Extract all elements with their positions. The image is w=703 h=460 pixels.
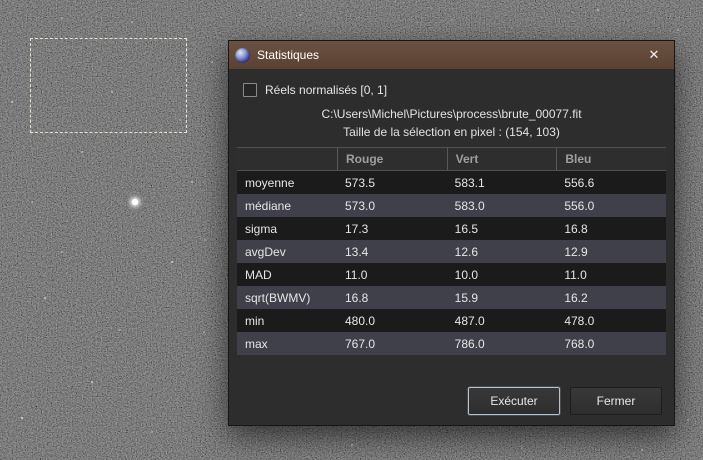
table-row[interactable]: sigma 17.3 16.5 16.8	[237, 217, 666, 240]
stat-value-bleu: 556.6	[564, 175, 595, 190]
dialog-body: Réels normalisés [0, 1] C:\Users\Michel\…	[229, 69, 674, 425]
stat-value-bleu: 16.2	[564, 290, 588, 305]
close-dialog-button[interactable]: Fermer	[570, 387, 662, 415]
normalized-checkbox-label[interactable]: Réels normalisés [0, 1]	[265, 83, 387, 97]
stat-value-rouge: 16.8	[345, 290, 369, 305]
column-header-bleu[interactable]: Bleu	[556, 148, 666, 170]
table-row[interactable]: max 767.0 786.0 768.0	[237, 332, 666, 355]
stat-value-rouge: 11.0	[345, 267, 368, 282]
selection-rectangle[interactable]	[30, 38, 187, 133]
normalized-checkbox[interactable]	[243, 83, 257, 97]
stat-value-rouge: 13.4	[345, 244, 369, 259]
stat-value-bleu: 11.0	[564, 267, 587, 282]
stat-value-rouge: 573.0	[345, 198, 376, 213]
dialog-title: Statistiques	[257, 48, 320, 62]
table-row[interactable]: min 480.0 487.0 478.0	[237, 309, 666, 332]
table-body: moyenne 573.5 583.1 556.6 médiane 573.0 …	[237, 171, 666, 355]
close-icon[interactable]: ✕	[640, 44, 668, 66]
stat-value-rouge: 480.0	[345, 313, 376, 328]
dialog-spacer	[237, 355, 666, 383]
stat-name: max	[245, 336, 268, 351]
dialog-button-row: Exécuter Fermer	[237, 383, 666, 417]
stat-value-vert: 16.5	[454, 221, 479, 236]
stat-value-bleu: 556.0	[564, 198, 595, 213]
table-header: Rouge Vert Bleu	[237, 147, 666, 171]
table-row[interactable]: MAD 11.0 10.0 11.0	[237, 263, 666, 286]
statistics-dialog: Statistiques ✕ Réels normalisés [0, 1] C…	[228, 40, 675, 426]
app-icon	[235, 47, 250, 63]
stat-name: moyenne	[245, 175, 295, 190]
table-row[interactable]: sqrt(BWMV) 16.8 15.9 16.2	[237, 286, 666, 309]
stat-value-vert: 12.6	[454, 244, 479, 259]
stat-value-vert: 786.0	[454, 336, 485, 351]
stat-name: avgDev	[245, 244, 286, 259]
column-header-vert[interactable]: Vert	[446, 148, 557, 170]
dialog-titlebar[interactable]: Statistiques ✕	[229, 41, 674, 69]
selection-size-text: Taille de la sélection en pixel : (154, …	[343, 125, 560, 139]
stat-value-vert: 487.0	[454, 313, 485, 328]
stat-value-bleu: 16.8	[564, 221, 588, 236]
stat-name: médiane	[245, 198, 292, 213]
column-header-rouge[interactable]: Rouge	[337, 148, 447, 170]
stat-value-bleu: 768.0	[564, 336, 595, 351]
normalized-check-row: Réels normalisés [0, 1]	[243, 83, 660, 97]
stat-name: MAD	[245, 267, 272, 282]
statistics-table: Rouge Vert Bleu moyenne 573.5 583.1 556.…	[237, 147, 666, 355]
table-row[interactable]: moyenne 573.5 583.1 556.6	[237, 171, 666, 194]
stat-name: sqrt(BWMV)	[245, 290, 311, 305]
stat-value-vert: 583.1	[454, 175, 485, 190]
stat-value-vert: 583.0	[454, 198, 485, 213]
stat-value-vert: 10.0	[454, 267, 479, 282]
execute-button[interactable]: Exécuter	[468, 387, 560, 415]
stat-value-vert: 15.9	[454, 290, 479, 305]
stat-name: min	[245, 313, 265, 328]
stat-value-bleu: 478.0	[564, 313, 595, 328]
stat-value-bleu: 12.9	[564, 244, 588, 259]
table-row[interactable]: médiane 573.0 583.0 556.0	[237, 194, 666, 217]
stat-name: sigma	[245, 221, 278, 236]
file-path: C:\Users\Michel\Pictures\process\brute_0…	[321, 107, 582, 121]
column-header-stat[interactable]	[237, 148, 337, 170]
application-window: Statistiques ✕ Réels normalisés [0, 1] C…	[0, 0, 703, 460]
stat-value-rouge: 573.5	[345, 175, 376, 190]
table-row[interactable]: avgDev 13.4 12.6 12.9	[237, 240, 666, 263]
stat-value-rouge: 767.0	[345, 336, 376, 351]
stat-value-rouge: 17.3	[345, 221, 369, 236]
